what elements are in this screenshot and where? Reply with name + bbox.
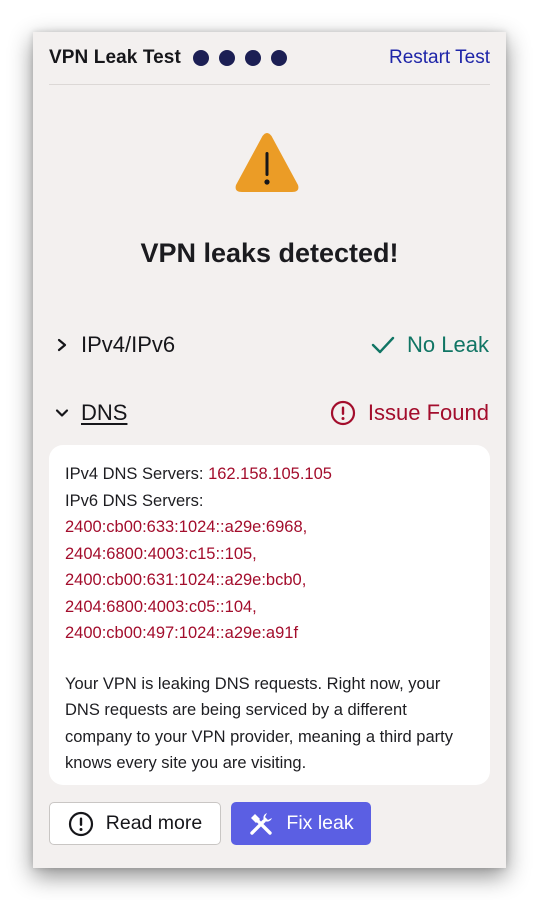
progress-dot	[218, 50, 235, 66]
dns-toggle[interactable]: DNS	[55, 400, 127, 426]
page-title: VPN Leak Test	[49, 47, 181, 68]
warning-triangle-icon	[235, 133, 299, 192]
ipv6-dns-value: 2400:cb00:633:1024::a29e:6968,	[65, 518, 308, 536]
checkmark-icon	[371, 336, 395, 354]
header: VPN Leak Test Restart Test	[49, 32, 490, 85]
test-label: IPv4/IPv6	[81, 332, 176, 357]
progress-dots	[192, 50, 297, 66]
read-more-button[interactable]: Read more	[49, 802, 221, 845]
status-text: No Leak	[407, 332, 489, 357]
test-row-ipv4-ipv6: IPv4/IPv6 No Leak	[55, 328, 489, 362]
ipv4-dns-line: IPv4 DNS Servers: 162.158.105.105	[65, 461, 474, 488]
fix-leak-label: Fix leak	[286, 812, 354, 834]
ipv6-dns-value: 2400:cb00:631:1024::a29e:bcb0,	[65, 571, 307, 589]
progress-dot	[270, 50, 287, 66]
status-text: Issue Found	[367, 400, 489, 425]
chevron-right-icon	[57, 338, 67, 352]
leak-description: Your VPN is leaking DNS requests. Right …	[65, 674, 453, 773]
status-badge: No Leak	[371, 332, 489, 358]
status-badge: Issue Found	[330, 400, 489, 426]
ipv4-dns-value: 162.158.105.105	[208, 465, 332, 483]
test-row-dns: DNS Issue Found	[55, 396, 489, 430]
progress-dot	[192, 50, 209, 66]
dns-details-card: IPv4 DNS Servers: 162.158.105.105 IPv6 D…	[49, 445, 490, 785]
ipv6-dns-value: 2400:cb00:497:1024::a29e:a91f	[65, 624, 299, 642]
ipv6-dns-label: IPv6 DNS Servers:	[65, 491, 204, 510]
restart-test-link[interactable]: Restart Test	[389, 47, 490, 69]
ipv4-ipv6-toggle[interactable]: IPv4/IPv6	[55, 332, 175, 358]
ipv4-dns-label: IPv4 DNS Servers:	[65, 465, 204, 483]
ipv6-dns-value: 2404:6800:4003:c15::105,	[65, 544, 257, 563]
progress-dot	[244, 50, 261, 66]
chevron-down-icon	[55, 409, 69, 417]
read-more-label: Read more	[105, 812, 203, 834]
test-label: DNS	[81, 400, 128, 425]
exclamation-circle-icon	[330, 400, 356, 426]
result-headline: VPN leaks detected!	[140, 238, 399, 268]
vpn-leak-test-panel: VPN Leak Test Restart Test VPN leaks det…	[33, 32, 506, 868]
ipv6-dns-value: 2404:6800:4003:c05::104,	[65, 597, 257, 616]
tools-icon	[250, 812, 273, 835]
fix-leak-button[interactable]: Fix leak	[231, 802, 371, 845]
exclamation-circle-icon	[68, 811, 93, 836]
